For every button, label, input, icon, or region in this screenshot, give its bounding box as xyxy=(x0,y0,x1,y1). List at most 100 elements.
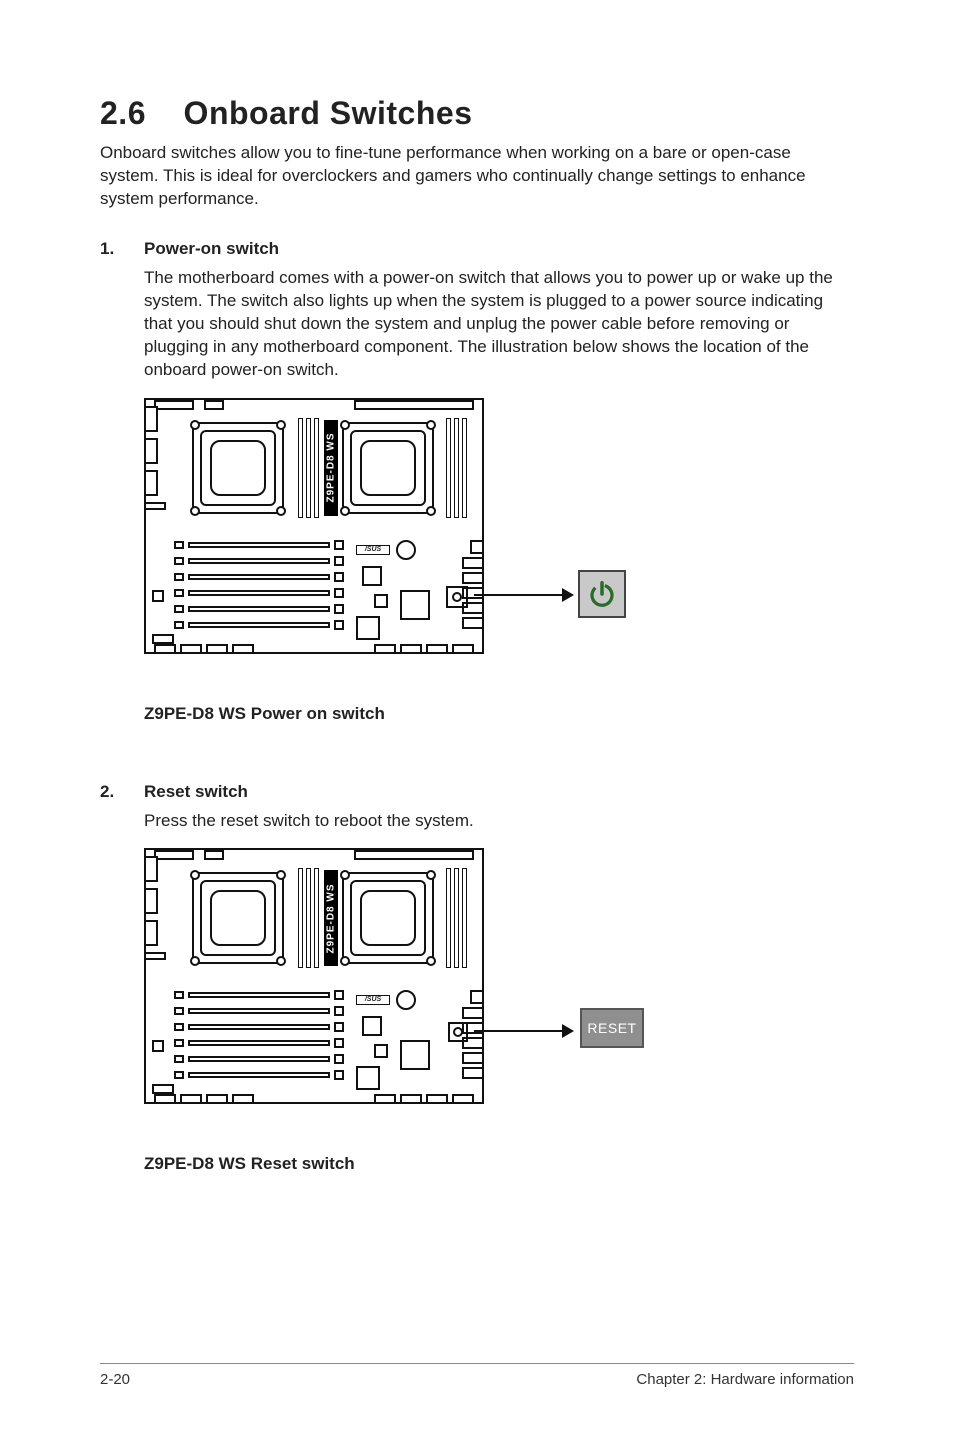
slot-long xyxy=(188,622,330,628)
item-1-title: Power-on switch xyxy=(144,239,279,259)
mount-hole xyxy=(340,956,350,966)
right-connectors xyxy=(462,990,484,1100)
chip xyxy=(362,1016,382,1036)
pcie-slot xyxy=(174,1022,344,1032)
mount-hole xyxy=(426,420,436,430)
sata-port xyxy=(462,557,484,569)
list-item-1-header: 1. Power-on switch xyxy=(100,239,854,259)
cpu-socket-1 xyxy=(192,872,284,964)
left-io-column xyxy=(144,406,162,646)
slot-long xyxy=(188,1008,330,1014)
io-header xyxy=(144,952,166,960)
header xyxy=(154,644,176,654)
switch-dot xyxy=(453,1027,463,1037)
dimm-slot xyxy=(314,418,319,518)
board-figure-power: Z9PE-D8 WS /SUS xyxy=(144,398,684,698)
slot-cap xyxy=(334,588,344,598)
onboard-reset-switch xyxy=(448,1022,468,1042)
header xyxy=(452,1094,474,1104)
heading-number: 2.6 xyxy=(100,95,146,131)
mount-hole xyxy=(276,956,286,966)
page-footer: 2-20 Chapter 2: Hardware information xyxy=(0,1371,954,1388)
slot-cap xyxy=(334,620,344,630)
mount-hole xyxy=(276,506,286,516)
dimm-slot xyxy=(298,418,303,518)
figure-2-caption: Z9PE-D8 WS Reset switch xyxy=(144,1154,854,1174)
header xyxy=(232,644,254,654)
slot-long xyxy=(188,992,330,998)
slot-stub xyxy=(174,1007,184,1015)
dimm-slot xyxy=(454,418,459,518)
sata-port xyxy=(462,1052,484,1064)
slot-stub xyxy=(174,589,184,597)
slot-cap xyxy=(334,1054,344,1064)
pcie-slot xyxy=(174,1054,344,1064)
chip xyxy=(356,616,380,640)
slot-cap xyxy=(334,990,344,1000)
slot-long xyxy=(188,574,330,580)
item-2-number: 2. xyxy=(100,782,144,802)
footer-rule xyxy=(100,1363,854,1364)
intro-paragraph: Onboard switches allow you to fine-tune … xyxy=(100,142,854,211)
pcie-slots xyxy=(174,540,344,650)
slot-long xyxy=(188,542,330,548)
board-figure-reset: Z9PE-D8 WS /SUS xyxy=(144,848,684,1148)
header xyxy=(470,540,484,554)
left-io-column xyxy=(144,856,162,1096)
header xyxy=(374,1094,396,1104)
figure-1: Z9PE-D8 WS /SUS xyxy=(144,398,854,724)
pcie-slot xyxy=(174,620,344,630)
board-model-text: Z9PE-D8 WS xyxy=(326,883,337,953)
top-io-row xyxy=(154,398,474,412)
header xyxy=(180,644,202,654)
dimm-slot xyxy=(454,868,459,968)
chip xyxy=(400,590,430,620)
power-icon xyxy=(587,579,617,609)
io-slot xyxy=(144,406,158,432)
cpu-socket-2 xyxy=(342,422,434,514)
header xyxy=(154,1094,176,1104)
standoff-hole xyxy=(396,990,416,1010)
slot-stub xyxy=(174,1071,184,1079)
header xyxy=(400,644,422,654)
slot-long xyxy=(188,1056,330,1062)
misc-ic xyxy=(152,1040,164,1052)
slot-cap xyxy=(334,1038,344,1048)
bottom-headers xyxy=(154,640,474,654)
slot-long xyxy=(188,1040,330,1046)
slot-cap xyxy=(334,1070,344,1080)
figure-2: Z9PE-D8 WS /SUS xyxy=(144,848,854,1174)
page-title: 2.6 Onboard Switches xyxy=(100,95,854,132)
io-slot xyxy=(144,856,158,882)
chip xyxy=(356,1066,380,1090)
dimm-slot xyxy=(298,868,303,968)
chip xyxy=(362,566,382,586)
callout-arrow-head-icon xyxy=(562,1024,574,1038)
io-header xyxy=(144,502,166,510)
sata-port xyxy=(462,1067,484,1079)
power-icon-callout xyxy=(578,570,626,618)
mount-hole xyxy=(426,956,436,966)
dimm-slot xyxy=(462,418,467,518)
slot-stub xyxy=(174,991,184,999)
dimm-bank-b xyxy=(446,418,467,518)
mount-hole xyxy=(340,506,350,516)
dimm-bank-a xyxy=(298,868,319,968)
io-block xyxy=(204,850,224,860)
pcie-slot xyxy=(174,572,344,582)
bottom-headers xyxy=(154,1090,474,1104)
dimm-bank-a xyxy=(298,418,319,518)
onboard-power-switch xyxy=(446,586,468,608)
dimm-slot xyxy=(462,868,467,968)
dimm-slot xyxy=(306,418,311,518)
pcie-slot xyxy=(174,588,344,598)
pcie-slot xyxy=(174,604,344,614)
mount-hole xyxy=(276,420,286,430)
motherboard-outline: Z9PE-D8 WS /SUS xyxy=(144,848,484,1104)
board-model-vertical-label: Z9PE-D8 WS xyxy=(324,420,338,516)
io-block xyxy=(354,400,474,410)
board-model-vertical-label: Z9PE-D8 WS xyxy=(324,870,338,966)
slot-stub xyxy=(174,1039,184,1047)
item-2-title: Reset switch xyxy=(144,782,248,802)
slot-stub xyxy=(174,557,184,565)
